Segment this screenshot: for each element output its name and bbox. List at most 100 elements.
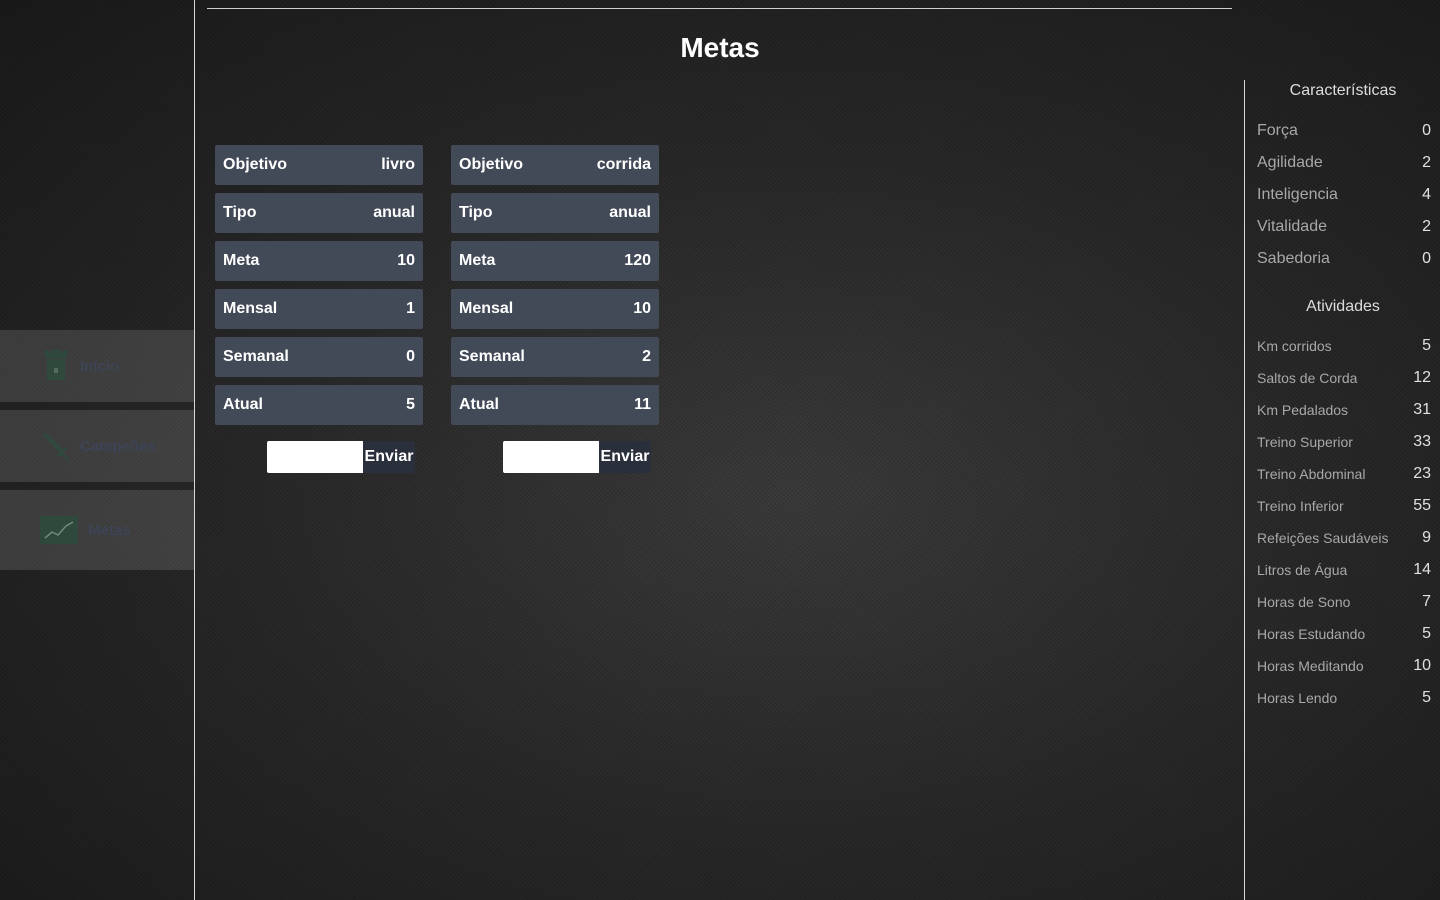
submit-button[interactable]: Enviar [363, 441, 415, 473]
goal-row-objetivo: Objetivo corrida [451, 145, 659, 185]
goal-row-value: 10 [633, 300, 651, 317]
stat-value: 33 [1413, 433, 1431, 450]
goal-row-value: anual [373, 204, 415, 221]
characteristic-row: Sabedoria 0 [1257, 249, 1431, 269]
goal-row-semanal: Semanal 2 [451, 337, 659, 377]
goal-row-value: 11 [634, 396, 651, 413]
stat-value: 0 [1422, 250, 1431, 267]
goal-row-meta: Meta 10 [215, 241, 423, 281]
sidebar: Início Campeões Metas [0, 0, 195, 900]
goal-row-mensal: Mensal 1 [215, 289, 423, 329]
progress-input[interactable] [503, 441, 599, 473]
sidebar-item-label: Metas [88, 521, 131, 539]
stat-label: Litros de Água [1257, 562, 1348, 578]
goal-update-form: Enviar [267, 441, 415, 473]
stat-label: Saltos de Corda [1257, 370, 1358, 386]
stat-value: 5 [1422, 337, 1431, 354]
goal-row-value: anual [609, 204, 651, 221]
activity-row: Refeições Saudáveis 9 [1257, 528, 1431, 548]
goal-row-objetivo: Objetivo livro [215, 145, 423, 185]
sidebar-item-label: Início [80, 357, 120, 375]
goal-row-meta: Meta 120 [451, 241, 659, 281]
goal-row-label: Semanal [223, 348, 289, 365]
stat-label: Inteligencia [1257, 186, 1338, 203]
activity-row: Km Pedalados 31 [1257, 400, 1431, 420]
goal-row-label: Tipo [459, 204, 493, 221]
stat-value: 9 [1422, 529, 1431, 546]
goal-card: Objetivo livro Tipo anual Meta 10 Mensal… [215, 145, 423, 433]
stat-label: Vitalidade [1257, 218, 1327, 235]
activity-row: Horas Meditando 10 [1257, 656, 1431, 676]
sidebar-item-inicio[interactable]: Início [0, 330, 194, 402]
goal-row-label: Tipo [223, 204, 257, 221]
stat-value: 12 [1413, 369, 1431, 386]
stat-value: 7 [1422, 593, 1431, 610]
stat-label: Horas de Sono [1257, 594, 1351, 610]
characteristic-row: Força 0 [1257, 121, 1431, 141]
submit-button[interactable]: Enviar [599, 441, 651, 473]
goal-row-value: 5 [406, 396, 415, 413]
goal-row-value: 0 [406, 348, 415, 365]
goal-row-mensal: Mensal 10 [451, 289, 659, 329]
progress-input[interactable] [267, 441, 363, 473]
stat-value: 5 [1422, 625, 1431, 642]
stat-value: 0 [1422, 122, 1431, 139]
activity-row: Treino Superior 33 [1257, 432, 1431, 452]
goal-row-tipo: Tipo anual [215, 193, 423, 233]
stat-label: Km corridos [1257, 338, 1332, 354]
sidebar-item-campeoes[interactable]: Campeões [0, 410, 194, 482]
activity-row: Horas de Sono 7 [1257, 592, 1431, 612]
stat-value: 4 [1422, 186, 1431, 203]
goal-row-label: Objetivo [223, 156, 288, 173]
stat-value: 2 [1422, 218, 1431, 235]
activity-row: Treino Abdominal 23 [1257, 464, 1431, 484]
goal-row-value: 2 [642, 348, 651, 365]
goal-row-label: Mensal [223, 300, 278, 317]
stat-value: 5 [1422, 689, 1431, 706]
goal-row-semanal: Semanal 0 [215, 337, 423, 377]
stat-label: Agilidade [1257, 154, 1323, 171]
goal-row-value: 1 [406, 300, 415, 317]
stat-value: 23 [1413, 465, 1431, 482]
stat-value: 2 [1422, 154, 1431, 171]
goal-card: Objetivo corrida Tipo anual Meta 120 Men… [451, 145, 659, 433]
goal-row-value: 10 [397, 252, 415, 269]
sword-icon [43, 433, 70, 461]
goal-update-form: Enviar [503, 441, 651, 473]
goal-row-label: Objetivo [459, 156, 524, 173]
stat-label: Treino Inferior [1257, 498, 1344, 514]
goal-row-atual: Atual 5 [215, 385, 423, 425]
characteristic-row: Agilidade 2 [1257, 153, 1431, 173]
activity-row: Treino Inferior 55 [1257, 496, 1431, 516]
goal-row-value: livro [381, 156, 415, 173]
page-title: Metas [680, 32, 760, 63]
activity-row: Km corridos 5 [1257, 336, 1431, 356]
stat-label: Horas Meditando [1257, 658, 1364, 674]
stat-value: 55 [1413, 497, 1431, 514]
goal-row-label: Semanal [459, 348, 525, 365]
stat-label: Horas Lendo [1257, 690, 1338, 706]
stat-label: Km Pedalados [1257, 402, 1349, 418]
characteristic-row: Vitalidade 2 [1257, 217, 1431, 237]
goal-row-label: Mensal [459, 300, 514, 317]
characteristic-row: Inteligencia 4 [1257, 185, 1431, 205]
sidebar-item-label: Campeões [80, 437, 156, 455]
goal-row-value: corrida [596, 156, 651, 173]
activity-row: Horas Lendo 5 [1257, 688, 1431, 708]
stat-value: 31 [1413, 401, 1431, 418]
stat-value: 14 [1413, 561, 1431, 578]
goal-row-tipo: Tipo anual [451, 193, 659, 233]
stat-label: Força [1257, 122, 1298, 139]
goal-row-label: Meta [459, 252, 496, 269]
activity-row: Saltos de Corda 12 [1257, 368, 1431, 388]
goal-row-atual: Atual 11 [451, 385, 659, 425]
stat-label: Treino Abdominal [1257, 466, 1366, 482]
chart-icon [40, 516, 78, 544]
stats-panel: Características Força 0 Agilidade 2 Inte… [1244, 80, 1440, 900]
goal-row-label: Meta [223, 252, 260, 269]
stat-label: Treino Superior [1257, 434, 1353, 450]
stat-value: 10 [1413, 657, 1431, 674]
goal-row-label: Atual [223, 396, 263, 413]
sidebar-item-metas[interactable]: Metas [0, 490, 194, 570]
characteristics-title: Características [1289, 82, 1397, 99]
